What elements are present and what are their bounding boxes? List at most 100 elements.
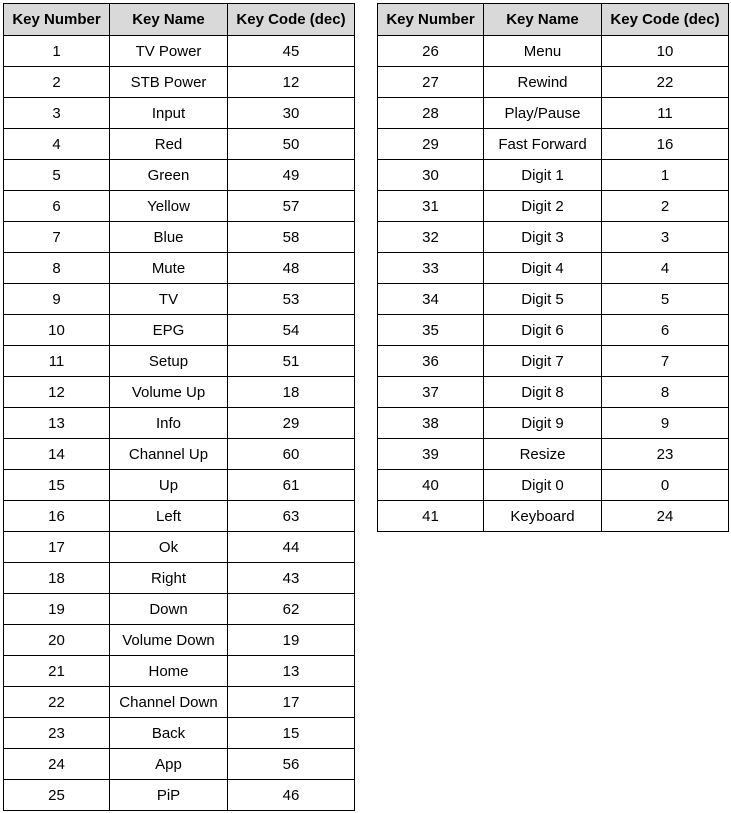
- table-row: 39 Resize 23: [377, 438, 729, 470]
- key-code-cell: 56: [227, 748, 355, 780]
- table-row: 20 Volume Down 19: [3, 624, 355, 656]
- key-number-cell: 37: [377, 376, 484, 408]
- key-number-cell: 12: [3, 376, 110, 408]
- key-name-cell: Red: [109, 128, 228, 160]
- key-name-cell: Yellow: [109, 190, 228, 222]
- key-number-cell: 34: [377, 283, 484, 315]
- key-number-cell: 33: [377, 252, 484, 284]
- key-code-cell: 19: [227, 624, 355, 656]
- table-row: 37 Digit 88: [377, 376, 729, 408]
- key-number-cell: 30: [377, 159, 484, 191]
- key-code-cell: 58: [227, 221, 355, 253]
- key-code-cell: 5: [601, 283, 729, 315]
- key-number-cell: 21: [3, 655, 110, 687]
- key-code-cell: 17: [227, 686, 355, 718]
- table-body-right: 26 Menu 10 27 Rewind 22 28 Play/Pause 11 29 Fast F…: [377, 35, 729, 532]
- table-row: 35 Digit 66: [377, 314, 729, 346]
- key-code-cell: 45: [227, 35, 355, 67]
- table-row: 11 Setup 51: [3, 345, 355, 377]
- key-name-cell: Down: [109, 593, 228, 625]
- key-code-cell: 6: [601, 314, 729, 346]
- key-name-cell: EPG: [109, 314, 228, 346]
- key-number-cell: 25: [3, 779, 110, 811]
- key-code-cell: 50: [227, 128, 355, 160]
- key-code-cell: 12: [227, 66, 355, 98]
- table-row: 36 Digit 77: [377, 345, 729, 377]
- key-name-cell: Volume Up: [109, 376, 228, 408]
- key-number-cell: 24: [3, 748, 110, 780]
- key-number-cell: 29: [377, 128, 484, 160]
- key-name-cell: Rewind: [483, 66, 602, 98]
- table-row: 21 Home 13: [3, 655, 355, 687]
- key-code-cell: 60: [227, 438, 355, 470]
- table-row: 27 Rewind 22: [377, 66, 729, 98]
- key-code-table-left: Key Number Key Name Key Code (dec) 1 TV P…: [3, 3, 355, 811]
- key-name-cell: Digit 9: [483, 407, 602, 439]
- key-code-cell: 30: [227, 97, 355, 129]
- key-code-cell: 62: [227, 593, 355, 625]
- key-number-cell: 36: [377, 345, 484, 377]
- table-row: 16 Left 63: [3, 500, 355, 532]
- key-name-cell: Digit 5: [483, 283, 602, 315]
- key-name-cell: Blue: [109, 221, 228, 253]
- table-row: 32 Digit 33: [377, 221, 729, 253]
- key-code-cell: 49: [227, 159, 355, 191]
- key-number-cell: 27: [377, 66, 484, 98]
- key-code-cell: 57: [227, 190, 355, 222]
- key-name-cell: Digit 3: [483, 221, 602, 253]
- key-name-cell: Left: [109, 500, 228, 532]
- key-code-cell: 46: [227, 779, 355, 811]
- key-number-cell: 11: [3, 345, 110, 377]
- key-number-cell: 41: [377, 500, 484, 532]
- key-number-cell: 10: [3, 314, 110, 346]
- key-number-cell: 5: [3, 159, 110, 191]
- key-code-cell: 3: [601, 221, 729, 253]
- key-number-cell: 26: [377, 35, 484, 67]
- key-name-cell: Digit 2: [483, 190, 602, 222]
- table-row: 25 PiP 46: [3, 779, 355, 811]
- table-row: 5 Green 49: [3, 159, 355, 191]
- table-row: 1 TV Power 45: [3, 35, 355, 67]
- key-name-cell: Fast Forward: [483, 128, 602, 160]
- key-number-cell: 1: [3, 35, 110, 67]
- table-row: 29 Fast Forward 16: [377, 128, 729, 160]
- key-number-cell: 17: [3, 531, 110, 563]
- key-code-cell: 1: [601, 159, 729, 191]
- table-row: 4 Red 50: [3, 128, 355, 160]
- table-row: 9 TV 53: [3, 283, 355, 315]
- key-name-cell: Input: [109, 97, 228, 129]
- key-name-cell: Play/Pause: [483, 97, 602, 129]
- table-row: 41 Keyboard 24: [377, 500, 729, 532]
- table-row: 12 Volume Up 18: [3, 376, 355, 408]
- key-number-cell: 7: [3, 221, 110, 253]
- key-name-cell: Digit 0: [483, 469, 602, 501]
- table-row: 18 Right 43: [3, 562, 355, 594]
- table-row: 14 Channel Up 60: [3, 438, 355, 470]
- key-name-cell: Info: [109, 407, 228, 439]
- key-number-cell: 3: [3, 97, 110, 129]
- key-number-cell: 22: [3, 686, 110, 718]
- key-name-cell: Digit 6: [483, 314, 602, 346]
- key-code-cell: 11: [601, 97, 729, 129]
- key-code-cell: 8: [601, 376, 729, 408]
- key-name-cell: Digit 4: [483, 252, 602, 284]
- key-number-cell: 20: [3, 624, 110, 656]
- key-name-cell: Resize: [483, 438, 602, 470]
- table-row: 6 Yellow 57: [3, 190, 355, 222]
- key-name-cell: Ok: [109, 531, 228, 563]
- key-code-cell: 2: [601, 190, 729, 222]
- key-name-cell: Volume Down: [109, 624, 228, 656]
- key-code-cell: 16: [601, 128, 729, 160]
- key-number-cell: 40: [377, 469, 484, 501]
- header-row: Key Number Key Name Key Code (dec): [3, 3, 355, 36]
- key-name-cell: Digit 7: [483, 345, 602, 377]
- key-number-cell: 35: [377, 314, 484, 346]
- table-row: 22 Channel Down 17: [3, 686, 355, 718]
- key-code-cell: 4: [601, 252, 729, 284]
- header-key-number: Key Number: [3, 3, 110, 36]
- key-number-cell: 6: [3, 190, 110, 222]
- key-name-cell: Green: [109, 159, 228, 191]
- key-name-cell: Right: [109, 562, 228, 594]
- key-name-cell: STB Power: [109, 66, 228, 98]
- key-name-cell: Home: [109, 655, 228, 687]
